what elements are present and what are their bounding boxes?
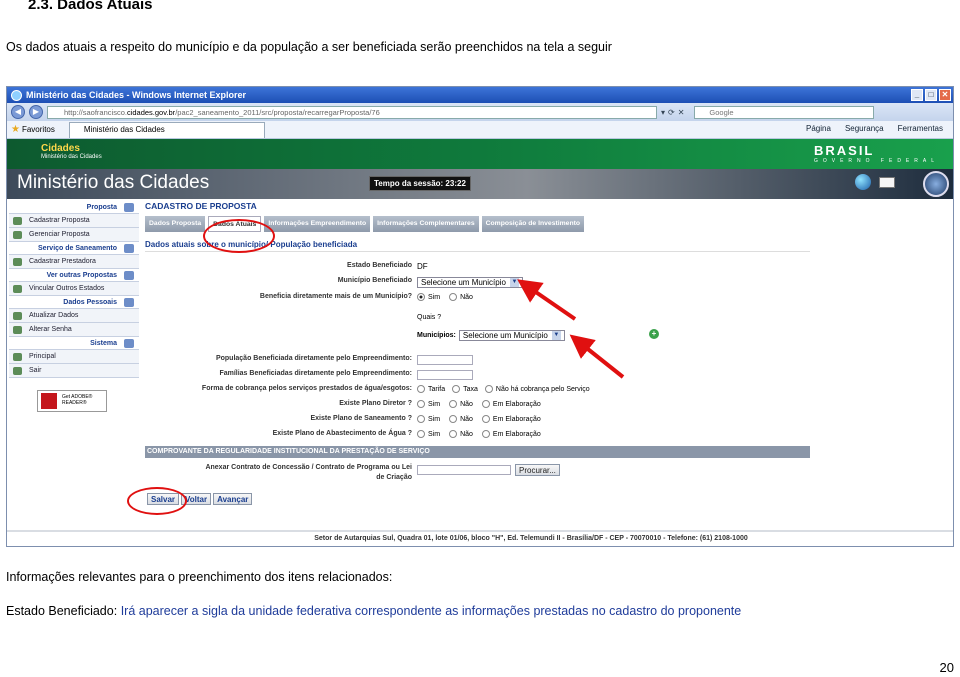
browser-screenshot: Ministério das Cidades - Windows Interne… bbox=[6, 86, 954, 547]
estado-desc-label: Estado Beneficiado: bbox=[6, 604, 118, 618]
intro-text: Os dados atuais a respeito do município … bbox=[6, 40, 612, 54]
arrow-to-municipios bbox=[569, 334, 625, 379]
estado-description: Estado Beneficiado: Irá aparecer a sigla… bbox=[6, 604, 741, 618]
info-heading: Informações relevantes para o preenchime… bbox=[6, 570, 393, 584]
section-heading: 2.3. Dados Atuais bbox=[28, 0, 153, 13]
annotation-arrows bbox=[517, 279, 625, 379]
page-number: 20 bbox=[939, 660, 954, 675]
estado-desc-text: Irá aparecer a sigla da unidade federati… bbox=[120, 604, 742, 618]
arrow-to-municipio bbox=[517, 279, 577, 321]
